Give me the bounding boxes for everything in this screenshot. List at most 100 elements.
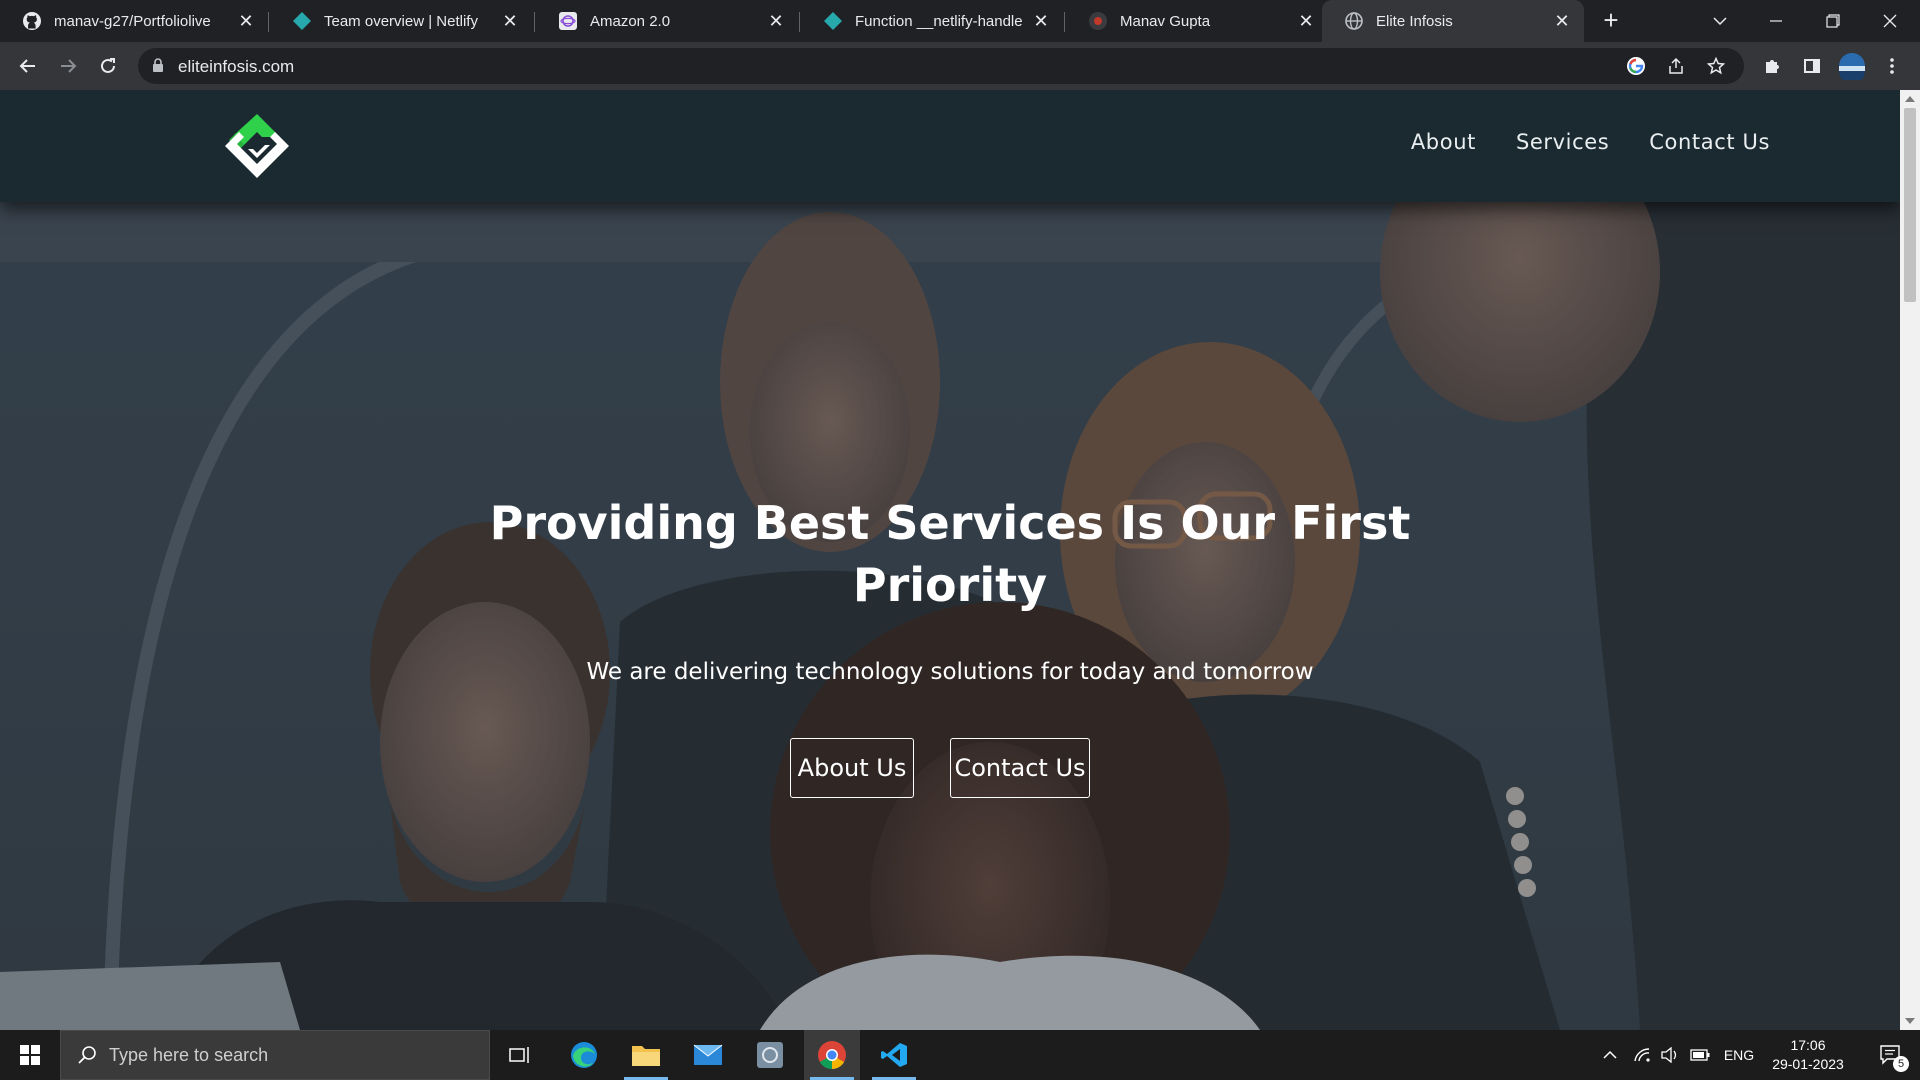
chrome-icon: [818, 1041, 846, 1069]
mail-taskbar-button[interactable]: [680, 1030, 736, 1080]
close-tab-icon[interactable]: ✕: [766, 11, 786, 31]
vscode-taskbar-button[interactable]: [866, 1030, 922, 1080]
tab-title: Elite Infosis: [1376, 12, 1453, 30]
taskbar-clock[interactable]: 17:06 29-01-2023: [1758, 1036, 1858, 1074]
input-language-button[interactable]: ENG: [1718, 1030, 1760, 1080]
tab-netlify-function[interactable]: Function __netlify-handler ✕: [801, 0, 1063, 42]
tab-amazon[interactable]: Amazon 2.0 ✕: [536, 0, 798, 42]
tab-github[interactable]: manav-g27/Portfoliolive ✕: [0, 0, 268, 42]
close-icon: [1883, 14, 1897, 28]
bookmark-button[interactable]: [1700, 50, 1732, 82]
page-scrollbar[interactable]: [1900, 90, 1920, 1030]
close-tab-icon[interactable]: ✕: [1031, 11, 1051, 31]
more-vert-icon: [1890, 58, 1894, 74]
edge-taskbar-button[interactable]: [556, 1030, 612, 1080]
side-panel-button[interactable]: [1796, 50, 1828, 82]
close-tab-icon[interactable]: ✕: [236, 11, 256, 31]
close-tab-icon[interactable]: ✕: [1552, 11, 1572, 31]
contact-us-button[interactable]: Contact Us: [950, 738, 1090, 798]
puzzle-icon: [1766, 60, 1779, 73]
hero-title-line-1: Providing Best Services Is Our First: [489, 496, 1411, 550]
chevron-down-icon: [1713, 17, 1727, 26]
folder-icon: [632, 1046, 660, 1066]
browser-menu-button[interactable]: [1876, 50, 1908, 82]
reload-icon: [101, 58, 115, 73]
scrollbar-thumb[interactable]: [1904, 108, 1916, 302]
back-button[interactable]: [12, 50, 44, 82]
task-view-button[interactable]: [492, 1030, 548, 1080]
site-icon: [1088, 11, 1108, 31]
tab-title: Function __netlify-handler: [855, 12, 1023, 30]
reload-button[interactable]: [92, 50, 124, 82]
globe-icon: [1344, 11, 1364, 31]
battery-icon: [1690, 1049, 1710, 1061]
start-button[interactable]: [0, 1030, 60, 1080]
volume-button[interactable]: [1658, 1030, 1682, 1080]
tab-separator: [799, 12, 800, 32]
scroll-down-arrow[interactable]: [1905, 1018, 1915, 1024]
page-viewport: About Services Contact Us Providing Best…: [0, 90, 1900, 1030]
site-header: About Services Contact Us: [0, 90, 1900, 202]
arrow-right-icon: [61, 59, 77, 73]
github-icon: [22, 11, 42, 31]
tab-separator: [534, 12, 535, 32]
network-button[interactable]: [1630, 1030, 1654, 1080]
close-window-button[interactable]: [1862, 0, 1918, 42]
arrow-left-icon: [19, 59, 35, 73]
url-text: eliteinfosis.com: [178, 57, 295, 76]
battery-button[interactable]: [1688, 1030, 1712, 1080]
task-view-icon: [509, 1047, 529, 1063]
nav-link-services[interactable]: Services: [1516, 130, 1609, 154]
close-tab-icon[interactable]: ✕: [1296, 11, 1316, 31]
address-bar[interactable]: eliteinfosis.com: [138, 48, 1744, 84]
notification-center-button[interactable]: 5: [1866, 1030, 1916, 1080]
taskbar-search-box[interactable]: Type here to search: [60, 1030, 490, 1080]
lock-icon: [152, 58, 164, 78]
chevron-up-icon: [1603, 1050, 1617, 1059]
nav-link-about[interactable]: About: [1411, 130, 1476, 154]
tab-elite-infosis[interactable]: Elite Infosis ✕: [1322, 0, 1584, 42]
browser-tab-strip: manav-g27/Portfoliolive ✕ Team overview …: [0, 0, 1920, 42]
restore-button[interactable]: [1805, 0, 1861, 42]
tab-search-button[interactable]: [1692, 0, 1748, 42]
profile-button[interactable]: [1836, 50, 1868, 82]
hero-title: Providing Best Services Is Our First Pri…: [0, 492, 1900, 616]
clock-time: 17:06: [1790, 1037, 1826, 1053]
close-tab-icon[interactable]: ✕: [500, 11, 520, 31]
photo-app-taskbar-button[interactable]: [742, 1030, 798, 1080]
forward-button[interactable]: [52, 50, 84, 82]
share-icon: [1669, 57, 1683, 74]
nav-link-contact[interactable]: Contact Us: [1649, 130, 1770, 154]
minimize-icon: [1770, 20, 1782, 22]
google-icon: [1627, 57, 1645, 75]
wifi-icon: [1634, 1048, 1650, 1062]
google-lens-button[interactable]: [1620, 50, 1652, 82]
restore-icon: [1826, 14, 1840, 28]
netlify-icon: [823, 11, 843, 31]
hero-overlay: [0, 202, 1900, 1030]
windows-taskbar: Type here to search ENG 17:06 29-01-2023…: [0, 1030, 1920, 1080]
tab-title: Amazon 2.0: [590, 12, 671, 30]
site-logo[interactable]: [222, 112, 292, 180]
notification-count-badge: 5: [1893, 1056, 1909, 1072]
tab-title: manav-g27/Portfoliolive: [54, 12, 211, 30]
netlify-icon: [292, 11, 312, 31]
search-icon: [77, 1045, 97, 1070]
tab-netlify-team[interactable]: Team overview | Netlify ✕: [270, 0, 532, 42]
new-tab-button[interactable]: +: [1598, 7, 1624, 34]
tab-manav-gupta[interactable]: Manav Gupta ✕: [1066, 0, 1328, 42]
chrome-taskbar-button[interactable]: [804, 1030, 860, 1080]
minimize-button[interactable]: [1748, 0, 1804, 42]
tab-title: Manav Gupta: [1120, 12, 1211, 30]
app-icon: [757, 1042, 783, 1068]
share-button[interactable]: [1660, 50, 1692, 82]
about-us-button[interactable]: About Us: [790, 738, 914, 798]
hero-section: Providing Best Services Is Our First Pri…: [0, 202, 1900, 1030]
tab-separator: [268, 12, 269, 32]
avatar: [1839, 53, 1865, 80]
vscode-icon: [881, 1043, 907, 1067]
extensions-button[interactable]: [1756, 50, 1788, 82]
show-hidden-icons-button[interactable]: [1598, 1030, 1622, 1080]
file-explorer-taskbar-button[interactable]: [618, 1030, 674, 1080]
scroll-up-arrow[interactable]: [1905, 96, 1915, 102]
